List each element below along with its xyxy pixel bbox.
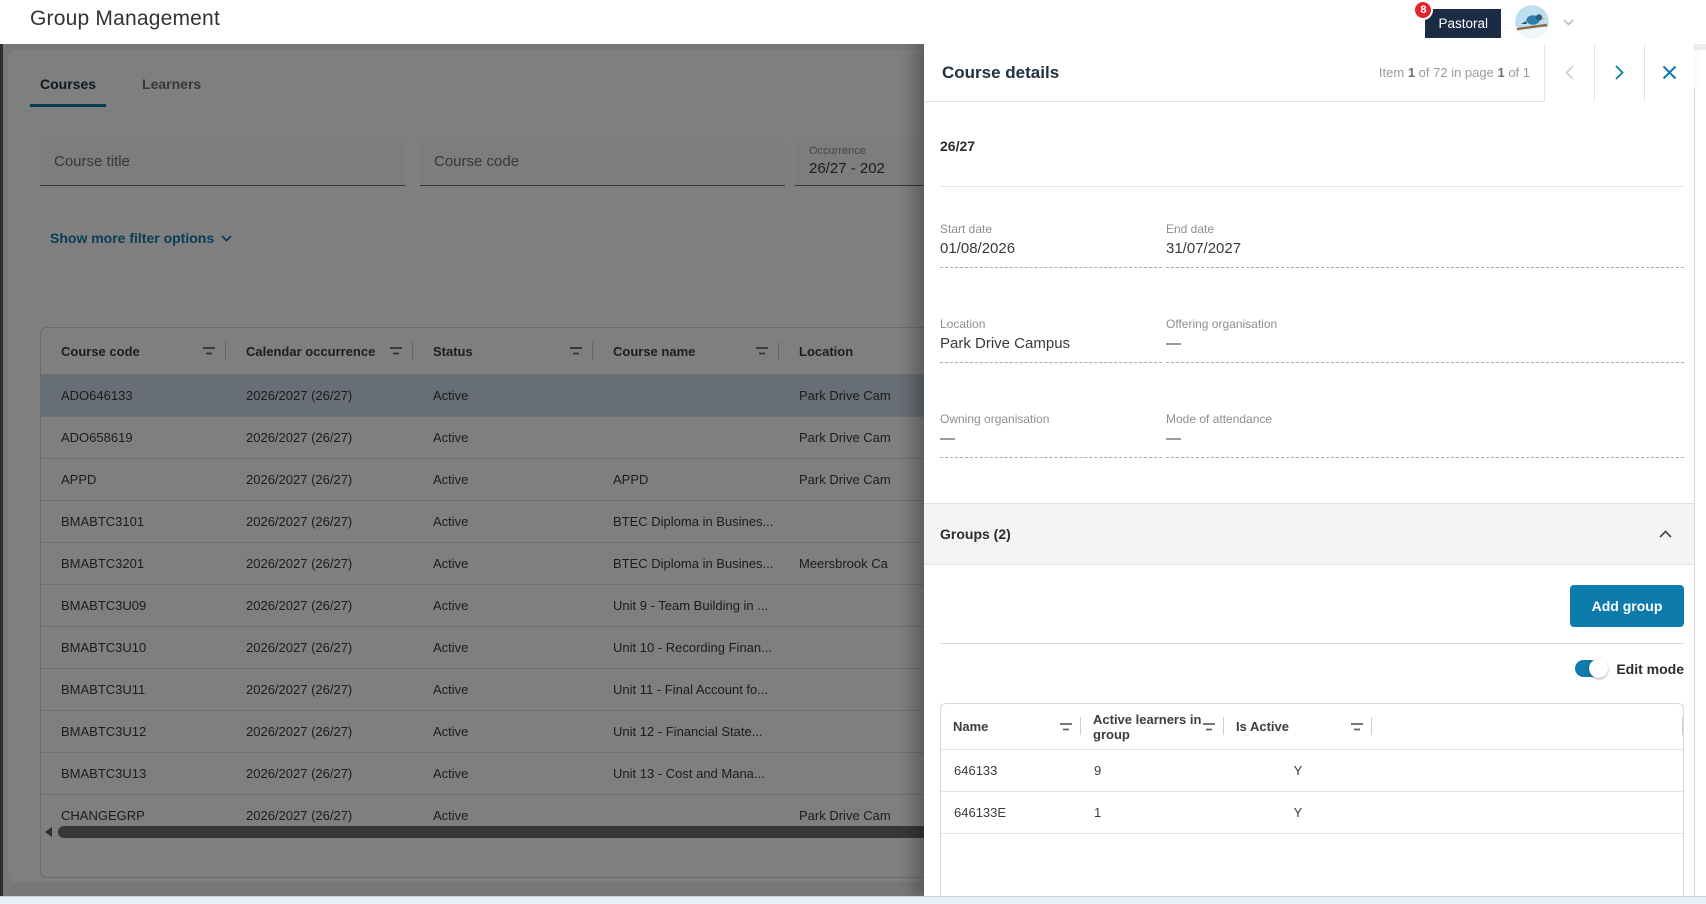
field-location: Location Park Drive Campus xyxy=(940,317,1162,363)
edit-mode-toggle[interactable] xyxy=(1575,660,1607,677)
chevron-left-icon xyxy=(1565,65,1574,80)
chevron-up-icon[interactable] xyxy=(1659,530,1672,538)
filter-icon[interactable] xyxy=(1059,722,1073,732)
profile-chevron-down-icon[interactable] xyxy=(1563,19,1574,26)
field-mode-of-attendance: Mode of attendance — xyxy=(1166,412,1684,458)
group-row[interactable]: 646133E 1 Y xyxy=(941,791,1683,833)
chevron-right-icon xyxy=(1615,65,1624,80)
filter-icon[interactable] xyxy=(1350,722,1364,732)
field-end-date: End date 31/07/2027 xyxy=(1166,222,1684,268)
vertical-scrollbar-gutter[interactable] xyxy=(1694,88,1706,904)
close-panel-button[interactable] xyxy=(1644,44,1694,102)
add-group-button[interactable]: Add group xyxy=(1570,585,1684,627)
groups-table-header: Name Active learners in group Is Active xyxy=(941,704,1683,749)
notification-badge: 8 xyxy=(1413,0,1433,20)
page-title: Group Management xyxy=(30,7,220,31)
close-icon xyxy=(1662,65,1677,80)
item-pager-text: Item 1 of 72 in page 1 of 1 xyxy=(1379,65,1530,80)
groups-section-header[interactable]: Groups (2) xyxy=(924,503,1694,565)
pastoral-context-button[interactable]: Pastoral xyxy=(1425,9,1501,38)
section-divider xyxy=(940,186,1684,187)
next-item-button[interactable] xyxy=(1594,44,1644,102)
column-header-name[interactable]: Name xyxy=(941,704,1081,749)
toggle-knob xyxy=(1589,659,1608,678)
field-start-date: Start date 01/08/2026 xyxy=(940,222,1162,268)
field-owning-organisation: Owning organisation — xyxy=(940,412,1162,458)
avatar[interactable] xyxy=(1515,5,1549,39)
groups-section-title: Groups (2) xyxy=(940,526,1011,542)
modal-overlay xyxy=(0,44,924,896)
top-bar: Group Management Pastoral 8 xyxy=(0,0,1706,44)
divider xyxy=(940,643,1684,644)
course-details-panel: Course details Item 1 of 72 in page 1 of… xyxy=(924,44,1694,896)
column-header-active-learners[interactable]: Active learners in group xyxy=(1081,704,1224,749)
field-offering-organisation: Offering organisation — xyxy=(1166,317,1684,363)
edit-mode-label: Edit mode xyxy=(1616,661,1684,677)
group-row-empty xyxy=(941,833,1683,896)
top-bar-actions: Pastoral 8 xyxy=(1425,0,1574,44)
edit-mode-row: Edit mode xyxy=(1575,660,1684,677)
previous-item-button[interactable] xyxy=(1544,44,1594,102)
group-row[interactable]: 646133 9 Y xyxy=(941,749,1683,791)
panel-header: Course details Item 1 of 72 in page 1 of… xyxy=(924,44,1694,102)
course-occurrence-title: 26/27 xyxy=(940,138,975,154)
groups-table: Name Active learners in group Is Active … xyxy=(940,703,1684,896)
bottom-strip xyxy=(0,896,1706,904)
column-header-is-active[interactable]: Is Active xyxy=(1224,704,1372,749)
panel-title: Course details xyxy=(924,63,1059,83)
filter-icon[interactable] xyxy=(1202,722,1216,732)
avatar-image xyxy=(1515,5,1549,39)
column-header-empty xyxy=(1372,704,1683,749)
main-content: Courses Learners Occurrence 26/27 - 202 … xyxy=(0,44,1706,896)
